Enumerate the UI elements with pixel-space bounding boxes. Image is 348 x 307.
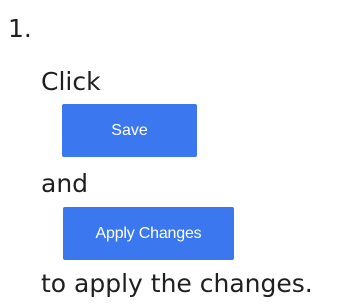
click-instruction-text: Click <box>41 67 101 96</box>
apply-changes-instruction-text: to apply the changes. <box>41 269 313 298</box>
step-number: 1. <box>8 14 32 43</box>
save-button[interactable]: Save <box>62 104 197 157</box>
and-connector-text: and <box>41 169 89 198</box>
apply-changes-button[interactable]: Apply Changes <box>63 207 234 260</box>
